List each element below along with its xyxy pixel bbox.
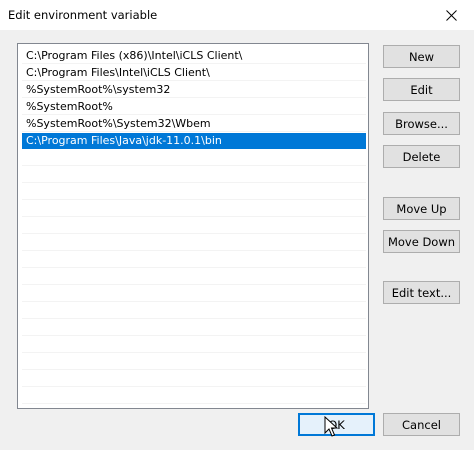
list-item-label: C:\Program Files (x86)\Intel\iCLS Client… [26, 49, 243, 62]
list-item[interactable]: C:\Program Files (x86)\Intel\iCLS Client… [22, 48, 366, 64]
list-item-empty[interactable] [22, 269, 366, 285]
path-list[interactable]: C:\Program Files (x86)\Intel\iCLS Client… [17, 43, 369, 409]
edit-text-button[interactable]: Edit text... [383, 281, 460, 304]
list-item-empty[interactable] [22, 167, 366, 183]
list-item-empty[interactable] [22, 286, 366, 302]
delete-button[interactable]: Delete [383, 145, 460, 168]
move-up-button[interactable]: Move Up [383, 197, 460, 220]
list-item-empty[interactable] [22, 337, 366, 353]
list-item-label: %SystemRoot%\system32 [26, 83, 171, 96]
close-icon [445, 9, 457, 21]
mouse-pointer-icon [324, 416, 339, 437]
list-item-empty[interactable] [22, 201, 366, 217]
list-item[interactable]: C:\Program Files\Intel\iCLS Client\ [22, 65, 366, 81]
list-item-label: %SystemRoot% [26, 100, 113, 113]
list-item[interactable]: %SystemRoot% [22, 99, 366, 115]
list-item-empty[interactable] [22, 388, 366, 404]
close-button[interactable] [428, 0, 474, 30]
list-item-selected[interactable]: C:\Program Files\Java\jdk-11.0.1\bin [22, 133, 366, 149]
list-item[interactable]: %SystemRoot%\system32 [22, 82, 366, 98]
list-item-label: C:\Program Files\Intel\iCLS Client\ [26, 66, 210, 79]
list-item-empty[interactable] [22, 184, 366, 200]
browse-button[interactable]: Browse... [383, 112, 460, 135]
list-item-label: C:\Program Files\Java\jdk-11.0.1\bin [26, 134, 222, 147]
list-item-empty[interactable] [22, 354, 366, 370]
move-down-button[interactable]: Move Down [383, 230, 460, 253]
list-item-empty[interactable] [22, 150, 366, 166]
window-title: Edit environment variable [8, 8, 158, 22]
list-item-empty[interactable] [22, 252, 366, 268]
list-item-empty[interactable] [22, 218, 366, 234]
title-bar: Edit environment variable [0, 0, 474, 30]
cancel-button[interactable]: Cancel [383, 413, 460, 436]
list-item-empty[interactable] [22, 235, 366, 251]
list-item[interactable]: %SystemRoot%\System32\Wbem [22, 116, 366, 132]
dialog-body: C:\Program Files (x86)\Intel\iCLS Client… [0, 30, 474, 450]
list-item-label: %SystemRoot%\System32\Wbem [26, 117, 211, 130]
new-button[interactable]: New [383, 45, 460, 68]
list-item-empty[interactable] [22, 371, 366, 387]
list-item-empty[interactable] [22, 303, 366, 319]
edit-button[interactable]: Edit [383, 78, 460, 101]
list-item-empty[interactable] [22, 320, 366, 336]
